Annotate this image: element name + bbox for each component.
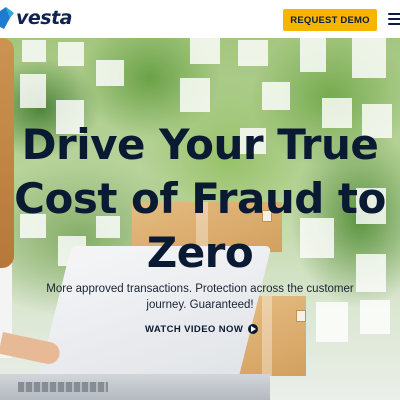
vesta-logo-icon bbox=[0, 7, 14, 29]
hamburger-menu-icon[interactable] bbox=[388, 13, 400, 27]
headline-line: Cost of Fraud to bbox=[14, 174, 386, 223]
watch-video-label: WATCH VIDEO NOW bbox=[145, 323, 244, 335]
site-header: vesta REQUEST DEMO bbox=[0, 0, 400, 38]
request-demo-button[interactable]: REQUEST DEMO bbox=[283, 9, 377, 31]
watch-video-link[interactable]: WATCH VIDEO NOW bbox=[145, 322, 259, 336]
headline-line: Zero bbox=[146, 228, 254, 277]
arrow-circle-icon bbox=[248, 324, 259, 334]
hero-headline: Drive Your True Cost of Fraud to Zero bbox=[0, 118, 400, 280]
logo[interactable]: vesta bbox=[0, 7, 72, 29]
headline-line: Drive Your True bbox=[21, 120, 379, 169]
hero-subtext: More approved transactions. Protection a… bbox=[46, 283, 354, 311]
logo-text: vesta bbox=[16, 7, 72, 29]
